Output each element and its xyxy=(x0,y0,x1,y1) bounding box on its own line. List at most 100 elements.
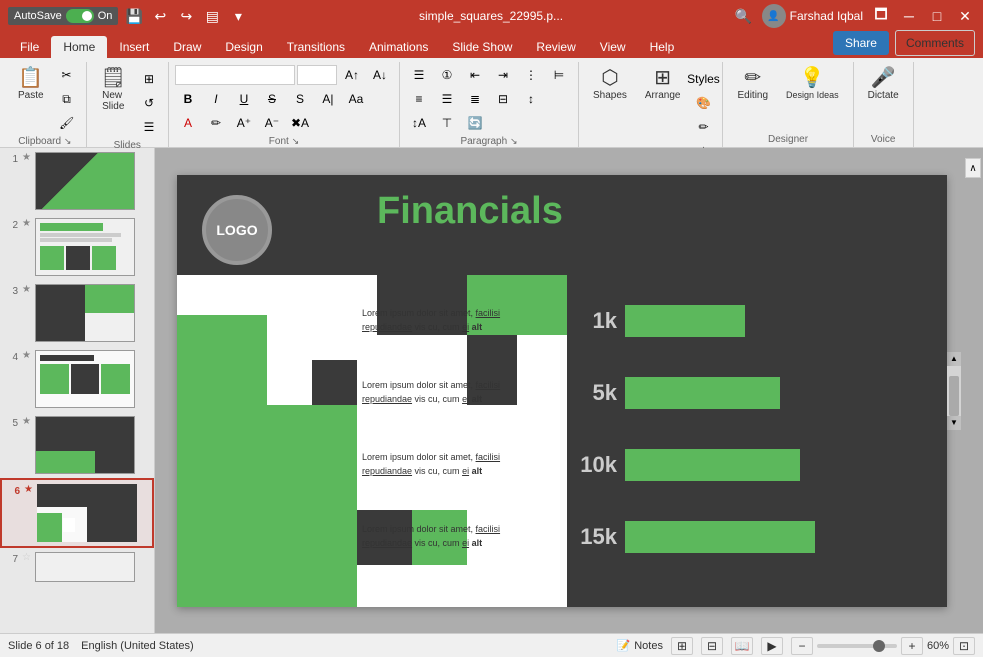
font-size-selector[interactable]: 32 xyxy=(297,65,337,85)
maximize-button[interactable]: □ xyxy=(927,6,947,26)
tab-design[interactable]: Design xyxy=(213,36,274,58)
search-button[interactable]: 🔍 xyxy=(734,6,754,26)
slide-item-6[interactable]: 6 ★ xyxy=(0,478,154,548)
design-ideas-label: Design Ideas xyxy=(786,90,839,100)
chart-bar-1 xyxy=(625,305,745,337)
underline-button[interactable]: U xyxy=(231,88,257,110)
tab-help[interactable]: Help xyxy=(638,36,687,58)
reset-button[interactable]: ↺ xyxy=(136,92,162,114)
fit-to-window-button[interactable]: ⊡ xyxy=(953,637,975,655)
collapse-ribbon-button[interactable]: ∧ xyxy=(965,158,981,178)
increase-indent-button[interactable]: ⇥ xyxy=(490,64,516,86)
dictate-button[interactable]: 🎤 Dictate xyxy=(860,64,907,105)
paste-icon: 📋 xyxy=(18,68,43,88)
fill-color-button[interactable]: 🎨 xyxy=(690,92,716,114)
justify-button[interactable]: ⊟ xyxy=(490,88,516,110)
canvas-scrollbar[interactable]: ▲ ▼ xyxy=(947,352,961,430)
shadow-button[interactable]: S xyxy=(287,88,313,110)
font-family-selector[interactable] xyxy=(175,65,295,85)
text-area: Lorem ipsum dolor sit amet, facilisirepu… xyxy=(362,285,562,607)
outline-color-button[interactable]: ✏ xyxy=(690,116,716,138)
tab-animations[interactable]: Animations xyxy=(357,36,440,58)
numbering-button[interactable]: ① xyxy=(434,64,460,86)
align-right-button[interactable]: ≣ xyxy=(462,88,488,110)
tab-view[interactable]: View xyxy=(588,36,638,58)
char-spacing-button[interactable]: A| xyxy=(315,88,341,110)
slide-title[interactable]: Financials xyxy=(377,190,563,233)
normal-view-button[interactable]: ⊞ xyxy=(671,637,693,655)
close-button[interactable]: ✕ xyxy=(955,6,975,26)
tab-slideshow[interactable]: Slide Show xyxy=(440,36,524,58)
copy-button[interactable]: ⧉ xyxy=(54,88,80,110)
strikethrough-button[interactable]: S xyxy=(259,88,285,110)
ribbon-display-button[interactable]: 🗖 xyxy=(871,6,891,26)
zoom-slider[interactable] xyxy=(817,644,897,648)
new-slide-button[interactable]: 🗒 NewSlide xyxy=(93,64,134,116)
line-spacing-button[interactable]: ↕ xyxy=(518,88,544,110)
reading-view-button[interactable]: 📖 xyxy=(731,637,753,655)
text-highlight-button[interactable]: ✏ xyxy=(203,112,229,134)
decrease-indent-button[interactable]: ⇤ xyxy=(462,64,488,86)
tab-insert[interactable]: Insert xyxy=(107,36,161,58)
save-button[interactable]: 💾 xyxy=(124,6,144,26)
align-text-button[interactable]: ⊤ xyxy=(434,112,460,134)
change-case-button[interactable]: Aa xyxy=(343,88,369,110)
tab-file[interactable]: File xyxy=(8,36,51,58)
align-left-button[interactable]: ≡ xyxy=(406,88,432,110)
tab-draw[interactable]: Draw xyxy=(161,36,213,58)
bullets-button[interactable]: ☰ xyxy=(406,64,432,86)
presentation-mode-button[interactable]: ▤ xyxy=(202,6,222,26)
layout-button[interactable]: ⊞ xyxy=(136,68,162,90)
editing-button[interactable]: ✏ Editing xyxy=(729,64,776,105)
align-center-button[interactable]: ☰ xyxy=(434,88,460,110)
slide-item-7[interactable]: 7 ☆ xyxy=(0,548,154,586)
shapes-button[interactable]: ⬡ Shapes xyxy=(585,64,635,105)
redo-button[interactable]: ↪ xyxy=(176,6,196,26)
tab-review[interactable]: Review xyxy=(524,36,587,58)
slide-star-5: ★ xyxy=(22,416,31,427)
italic-button[interactable]: I xyxy=(203,88,229,110)
quick-styles-button[interactable]: Styles xyxy=(690,68,716,90)
autosave-toggle[interactable] xyxy=(66,9,94,23)
zoom-out-button[interactable]: − xyxy=(791,637,813,655)
bold-button[interactable]: B xyxy=(175,88,201,110)
minimize-button[interactable]: ─ xyxy=(899,6,919,26)
slide-item-4[interactable]: 4 ★ xyxy=(0,346,154,412)
tab-home[interactable]: Home xyxy=(51,36,107,58)
share-button[interactable]: Share xyxy=(833,31,889,55)
decrease-font-button[interactable]: A↓ xyxy=(367,64,393,86)
scroll-up-button[interactable]: ▲ xyxy=(947,352,961,366)
section-button[interactable]: ☰ xyxy=(136,116,162,138)
tab-transitions[interactable]: Transitions xyxy=(275,36,357,58)
slideshow-button[interactable]: ▶ xyxy=(761,637,783,655)
format-painter-button[interactable]: 🖌 xyxy=(54,112,80,134)
slide-item-5[interactable]: 5 ★ xyxy=(0,412,154,478)
comments-button[interactable]: Comments xyxy=(895,30,975,56)
arrange-button[interactable]: ⊞ Arrange xyxy=(637,64,689,105)
slide-sorter-button[interactable]: ⊟ xyxy=(701,637,723,655)
slide-item-2[interactable]: 2 ★ xyxy=(0,214,154,280)
columns-button[interactable]: ⊨ xyxy=(546,64,572,86)
paste-button[interactable]: 📋 Paste xyxy=(10,64,52,105)
zoom-thumb[interactable] xyxy=(873,640,885,652)
slide-item-3[interactable]: 3 ★ xyxy=(0,280,154,346)
text-direction-button[interactable]: ↕A xyxy=(406,112,432,134)
paste-label: Paste xyxy=(18,90,44,101)
scroll-down-button[interactable]: ▼ xyxy=(947,416,961,430)
zoom-in-button[interactable]: + xyxy=(901,637,923,655)
convert-smartart-button[interactable]: 🔄 xyxy=(462,112,488,134)
undo-button[interactable]: ↩ xyxy=(150,6,170,26)
font-shrink-button[interactable]: A⁻ xyxy=(259,112,285,134)
scrollbar-thumb[interactable] xyxy=(949,376,959,416)
font-color-button[interactable]: A xyxy=(175,112,201,134)
autosave-label: AutoSave xyxy=(14,10,62,22)
cut-button[interactable]: ✂ xyxy=(54,64,80,86)
design-ideas-button[interactable]: 💡 Design Ideas xyxy=(778,64,847,104)
smartart-button[interactable]: ⋮ xyxy=(518,64,544,86)
font-grow-button[interactable]: A⁺ xyxy=(231,112,257,134)
customize-button[interactable]: ▾ xyxy=(228,6,248,26)
slide-item-1[interactable]: 1 ★ xyxy=(0,148,154,214)
clear-format-button[interactable]: ✖A xyxy=(287,112,313,134)
increase-font-button[interactable]: A↑ xyxy=(339,64,365,86)
notes-button[interactable]: 📝 Notes xyxy=(617,639,663,652)
